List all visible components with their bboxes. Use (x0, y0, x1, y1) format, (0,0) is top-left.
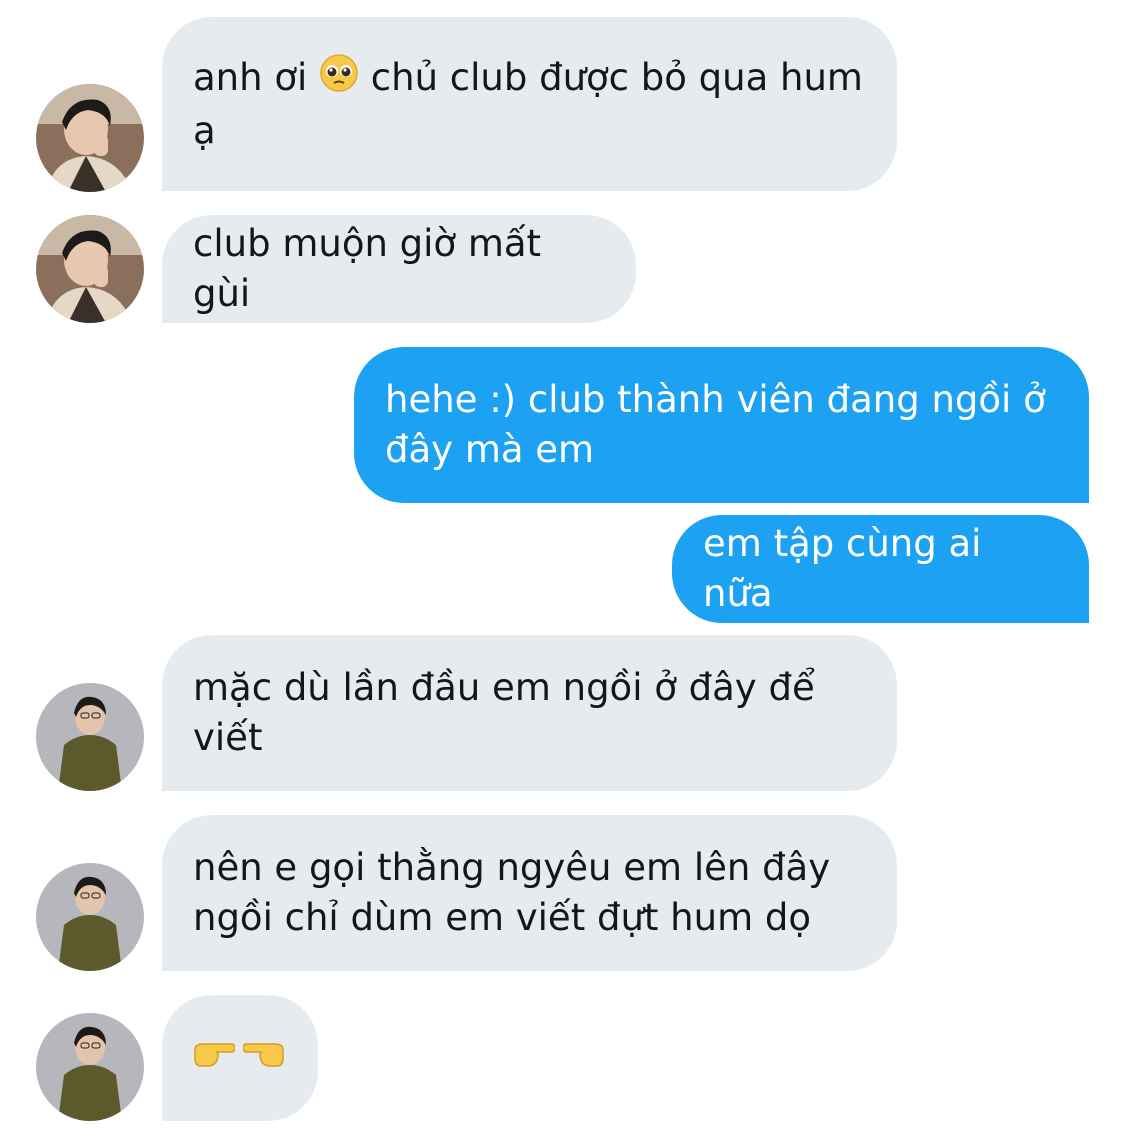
avatar-photo-icon (36, 863, 144, 971)
incoming-message-5[interactable] (162, 995, 318, 1121)
message-text: anh ơi chủ club được bỏ qua hum ạ (193, 53, 866, 156)
message-text: club muộn giờ mất gùi (193, 222, 542, 315)
sender-avatar-2[interactable] (36, 215, 144, 323)
message-text: nên e gọi thằng ngyêu em lên đây ngồi ch… (193, 846, 831, 939)
incoming-message-4[interactable]: nên e gọi thằng ngyêu em lên đây ngồi ch… (162, 815, 897, 971)
sender-avatar-4[interactable] (36, 863, 144, 971)
sender-avatar-5[interactable] (36, 1013, 144, 1121)
incoming-message-1[interactable]: anh ơi chủ club được bỏ qua hum ạ (162, 17, 897, 191)
message-text: em tập cùng ai nữa (703, 522, 982, 615)
sender-avatar-1[interactable] (36, 84, 144, 192)
avatar-photo-icon (36, 1013, 144, 1121)
outgoing-message-2[interactable]: em tập cùng ai nữa (672, 515, 1089, 623)
incoming-message-3[interactable]: mặc dù lần đầu em ngồi ở đây để viết (162, 635, 897, 791)
outgoing-message-1[interactable]: hehe :) club thành viên đang ngồi ở đây … (354, 347, 1089, 503)
pleading-face-emoji-icon (319, 53, 359, 106)
avatar-photo-icon (36, 215, 144, 323)
message-text: mặc dù lần đầu em ngồi ở đây để viết (193, 666, 815, 759)
message-text: hehe :) club thành viên đang ngồi ở đây … (385, 378, 1046, 471)
avatar-photo-icon (36, 84, 144, 192)
backhand-index-pointing-left-icon (242, 1033, 285, 1083)
incoming-message-2[interactable]: club muộn giờ mất gùi (162, 215, 636, 323)
backhand-index-pointing-right-icon (193, 1033, 236, 1083)
sender-avatar-3[interactable] (36, 683, 144, 791)
avatar-photo-icon (36, 683, 144, 791)
message-text-part: anh ơi (193, 55, 320, 99)
